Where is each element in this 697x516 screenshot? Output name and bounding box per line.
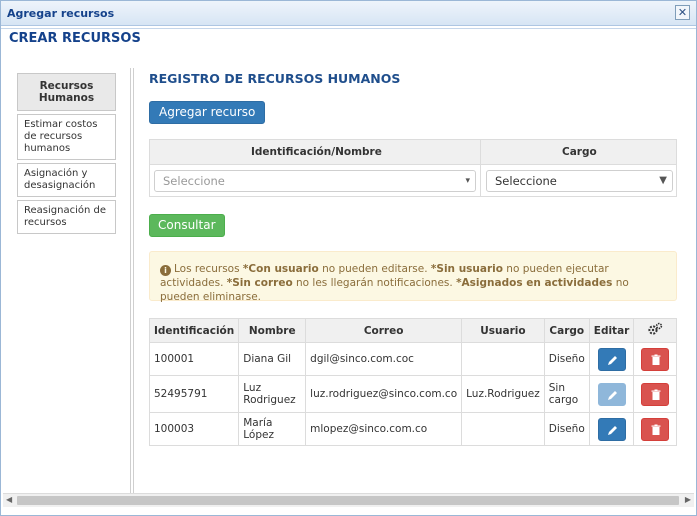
main-content: REGISTRO DE RECURSOS HUMANOS Agregar rec… [148,69,677,446]
scroll-right-icon[interactable]: ▶ [685,495,691,504]
edit-button[interactable] [597,347,626,371]
id-name-select-placeholder: Seleccione [163,174,225,188]
consult-button[interactable]: Consultar [149,214,225,237]
cell-name: Luz Rodriguez [238,375,307,413]
alert-bold-3: *Sin correo [226,277,293,289]
scroll-left-icon[interactable]: ◀ [6,495,12,504]
cell-delete [633,342,677,376]
section-title: REGISTRO DE RECURSOS HUMANOS [149,71,401,86]
cargo-select-value: Seleccione [495,174,557,188]
filter-panel: Identificación/Nombre Cargo Seleccione ▾… [149,139,677,197]
pencil-icon [607,390,617,400]
table-header-row: Identificación Nombre Correo Usuario Car… [148,318,677,343]
delete-button[interactable] [641,382,670,406]
cell-cargo: Sin cargo [543,375,590,413]
sidebar-item-estimar-costos[interactable]: Estimar costos de recursos humanos [17,114,116,160]
cell-id: 52495791 [148,375,240,413]
sidebar-item-recursos-humanos[interactable]: Recursos Humanos [17,73,116,111]
alert-text-2: no pueden editarse. [318,263,431,275]
sidebar-item-reasignacion[interactable]: Reasignación de recursos [17,200,116,234]
sidebar: Recursos Humanos Estimar costos de recur… [17,73,116,237]
title-bar: Agregar recursos ✕ [1,1,696,26]
col-header-email: Correo [305,318,463,343]
table-row: 100001 Diana Gil dgil@sinco.com.coc Dise… [148,342,677,376]
table-row: 100003 María López mlopez@sinco.com.co D… [148,412,677,446]
table-row: 52495791 Luz Rodriguez luz.rodriguez@sin… [148,375,677,413]
alert-bold-4: *Asignados en actividades [456,277,613,289]
gears-icon[interactable] [647,322,663,339]
col-header-user: Usuario [461,318,545,343]
resources-table: Identificación Nombre Correo Usuario Car… [148,318,677,446]
cell-id: 100001 [148,342,240,376]
chevron-down-icon: ▾ [465,176,470,186]
delete-button[interactable] [641,347,670,371]
cell-name: Diana Gil [238,342,307,376]
filter-header: Identificación/Nombre Cargo [150,140,676,165]
add-resource-button[interactable]: Agregar recurso [149,101,266,124]
info-alert: i Los recursos *Con usuario no pueden edi… [149,251,677,303]
filter-column-divider [480,140,481,196]
sidebar-divider [130,68,131,493]
close-icon[interactable]: ✕ [675,5,690,20]
cell-edit [588,375,635,413]
cell-user [461,342,545,376]
cargo-select[interactable]: Seleccione ▼ [486,170,673,192]
col-header-name: Nombre [238,318,307,343]
pencil-icon [607,425,617,435]
edit-button[interactable] [597,417,626,441]
dialog-window: Agregar recursos ✕ CREAR RECURSOS Recurs… [0,0,697,516]
cell-cargo: Diseño [543,412,590,446]
cell-email: dgil@sinco.com.coc [305,342,463,376]
cell-name: María López [238,412,307,446]
alert-bold-2: *Sin usuario [430,263,503,275]
sidebar-item-asignacion[interactable]: Asignación y desasignación [17,163,116,197]
cell-delete [633,375,677,413]
cell-delete [633,412,677,446]
alert-text-1: Los recursos [174,263,243,275]
delete-button[interactable] [641,417,670,441]
col-header-cargo: Cargo [543,318,590,343]
cell-id: 100003 [148,412,240,446]
scrollbar-thumb[interactable] [17,496,679,505]
cell-cargo: Diseño [543,342,590,376]
alert-bold-1: *Con usuario [242,263,319,275]
col-header-id: Identificación [148,318,240,343]
trash-icon [651,389,661,400]
pencil-icon [607,355,617,365]
cell-email: mlopez@sinco.com.co [305,412,463,446]
trash-icon [651,354,661,365]
id-name-select[interactable]: Seleccione ▾ [154,170,476,192]
alert-text-4: no les llegarán notificaciones. [292,277,457,289]
cell-user [461,412,545,446]
info-icon: i [160,265,171,276]
col-header-settings [633,318,677,343]
edit-button-disabled [597,382,626,406]
frame-divider [1,28,696,29]
sidebar-divider-inner [133,68,134,493]
chevron-down-icon: ▼ [659,175,667,186]
col-header-edit: Editar [588,318,635,343]
cell-user: Luz.Rodriguez [461,375,545,413]
cell-edit [588,412,635,446]
filter-header-cargo: Cargo [562,146,597,158]
page-title: CREAR RECURSOS [9,31,141,46]
cell-edit [588,342,635,376]
window-title: Agregar recursos [7,7,115,20]
trash-icon [651,424,661,435]
cell-email: luz.rodriguez@sinco.com.co [305,375,463,413]
filter-header-id-name: Identificación/Nombre [251,146,382,158]
horizontal-scrollbar[interactable]: ◀ ▶ [3,493,694,507]
